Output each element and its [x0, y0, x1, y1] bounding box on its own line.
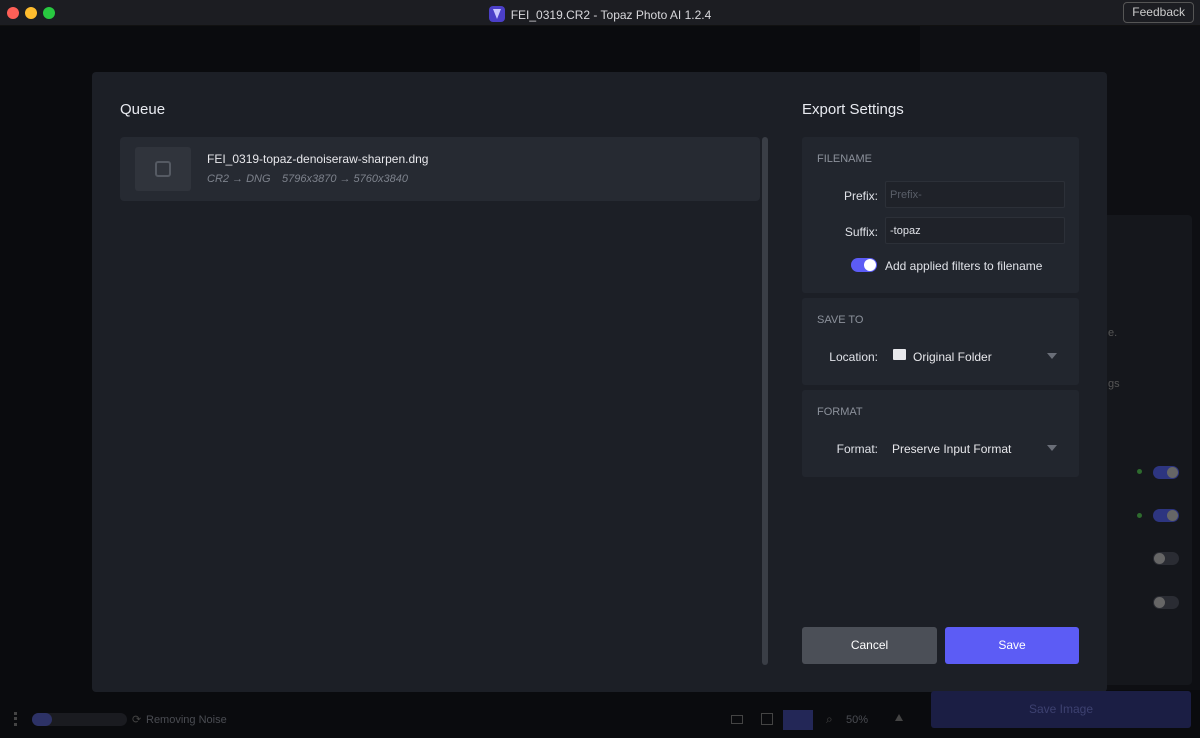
image-icon [155, 161, 171, 177]
background-toggle[interactable] [1153, 596, 1179, 609]
format-value: Preserve Input Format [892, 442, 1012, 456]
queue-scrollbar[interactable] [762, 137, 768, 665]
prefix-label: Prefix: [843, 189, 878, 203]
format-section: FORMAT Format: Preserve Input Format [802, 390, 1079, 477]
save-to-section-title: SAVE TO [817, 314, 864, 326]
location-dropdown[interactable]: Original Folder [890, 342, 1065, 370]
queue-item-format-change: CR2 → DNG [207, 173, 271, 185]
queue-item-filename: FEI_0319-topaz-denoiseraw-sharpen.dng [207, 152, 429, 166]
split-view-icon[interactable] [761, 713, 773, 725]
zoom-icon[interactable]: ⌕ [826, 712, 833, 727]
background-toggle[interactable] [1153, 552, 1179, 565]
more-options-icon[interactable] [14, 712, 17, 726]
zoom-level[interactable]: 50% [846, 714, 868, 726]
side-by-side-icon[interactable] [783, 710, 813, 730]
filename-section-title: FILENAME [817, 153, 873, 165]
background-toggle[interactable] [1153, 466, 1179, 479]
export-settings-title: Export Settings [802, 101, 904, 118]
suffix-input[interactable] [885, 217, 1065, 244]
chevron-up-icon[interactable] [895, 714, 903, 721]
save-to-section: SAVE TO Location: Original Folder [802, 298, 1079, 385]
background-text: gs [1108, 378, 1120, 390]
location-label: Location: [829, 350, 878, 364]
location-value: Original Folder [913, 350, 992, 364]
save-image-button[interactable]: Save Image [931, 691, 1191, 728]
progress-bar [32, 713, 127, 726]
background-settings-panel: e. gs [1100, 215, 1192, 685]
single-view-icon[interactable] [731, 715, 743, 724]
background-toggle[interactable] [1153, 509, 1179, 522]
queue-title: Queue [120, 101, 166, 118]
status-dot [1137, 469, 1142, 474]
suffix-label: Suffix: [844, 225, 878, 239]
save-button[interactable]: Save [945, 627, 1079, 664]
chevron-down-icon [1047, 353, 1057, 359]
prefix-input[interactable] [885, 181, 1065, 208]
status-dot [1137, 513, 1142, 518]
export-dialog: Queue FEI_0319-topaz-denoiseraw-sharpen.… [92, 72, 1107, 692]
folder-icon [893, 349, 906, 360]
queue-item[interactable]: FEI_0319-topaz-denoiseraw-sharpen.dng CR… [120, 137, 760, 201]
add-filters-label: Add applied filters to filename [885, 259, 1043, 273]
status-text: Removing Noise [146, 714, 227, 726]
topaz-logo-icon [488, 6, 505, 22]
feedback-button[interactable]: Feedback [1123, 2, 1194, 23]
queue-item-size-change: 5796x3870 → 5760x3840 [282, 173, 408, 185]
title-bar: FEI_0319.CR2 - Topaz Photo AI 1.2.4 Feed… [0, 0, 1200, 26]
filename-section: FILENAME Prefix: Suffix: Add applied fil… [802, 137, 1079, 293]
format-section-title: FORMAT [817, 406, 863, 418]
format-label: Format: [836, 442, 878, 456]
background-text: e. [1108, 327, 1118, 339]
thumbnail [135, 147, 191, 191]
chevron-down-icon [1047, 445, 1057, 451]
window-title: FEI_0319.CR2 - Topaz Photo AI 1.2.4 [0, 6, 1200, 22]
add-filters-toggle[interactable] [851, 258, 877, 272]
cancel-button[interactable]: Cancel [802, 627, 937, 664]
spinner-icon: ⟳ [132, 714, 142, 726]
window-title-text: FEI_0319.CR2 - Topaz Photo AI 1.2.4 [510, 8, 712, 22]
format-dropdown[interactable]: Preserve Input Format [890, 434, 1065, 462]
